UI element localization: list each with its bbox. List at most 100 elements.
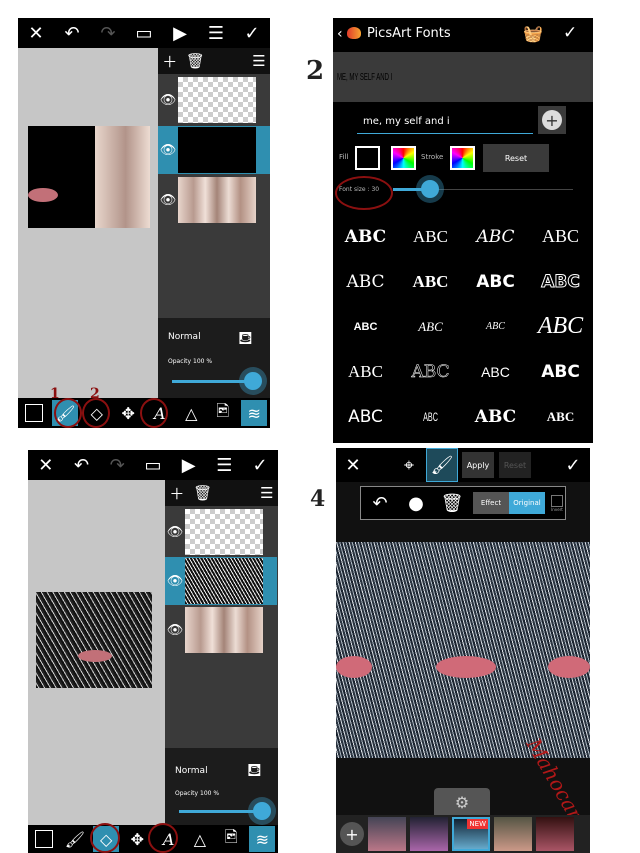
blend-mode-select[interactable]: Normal xyxy=(175,766,208,776)
check-icon[interactable]: ✓ xyxy=(239,20,265,46)
opacity-slider[interactable] xyxy=(179,810,261,813)
eye-icon[interactable]: 👁 xyxy=(158,93,178,108)
fill-color-picker[interactable] xyxy=(391,146,416,170)
effect-thumbnail[interactable] xyxy=(536,817,574,851)
move-icon[interactable]: ✥ xyxy=(124,826,150,852)
font-option[interactable]: ABC xyxy=(333,259,398,304)
add-text-button[interactable]: + xyxy=(538,106,566,134)
shape-icon[interactable]: △ xyxy=(178,400,204,426)
color-swatch[interactable] xyxy=(21,400,47,426)
canvas[interactable] xyxy=(28,480,165,825)
font-option[interactable]: ABC xyxy=(333,394,398,439)
layers-icon[interactable]: ≋ xyxy=(249,826,276,852)
font-option[interactable]: ABC xyxy=(463,214,528,259)
close-icon[interactable]: ✕ xyxy=(33,452,59,478)
reset-button[interactable]: Reset xyxy=(483,144,549,172)
fill-bucket-icon[interactable]: ⛾ xyxy=(238,328,253,352)
target-icon[interactable]: ⌖ xyxy=(396,452,422,478)
opacity-slider-handle[interactable] xyxy=(253,802,271,820)
add-layer-icon[interactable]: ＋ xyxy=(169,483,184,504)
layer-item[interactable]: 👁 xyxy=(165,508,277,556)
layer-item[interactable]: 👁 xyxy=(158,76,270,124)
delete-icon[interactable]: 🗑 xyxy=(193,484,212,502)
reset-button[interactable]: Reset xyxy=(499,452,531,478)
font-option[interactable]: ABC xyxy=(463,394,528,439)
add-image-icon[interactable]: 🖻 xyxy=(210,400,236,426)
effect-thumbnail-selected[interactable]: NEW xyxy=(452,817,490,851)
fill-bucket-icon[interactable]: ⛾ xyxy=(247,760,262,784)
font-option[interactable]: ABC xyxy=(398,349,463,394)
delete-icon[interactable]: 🗑 xyxy=(439,490,465,516)
eye-icon[interactable]: 👁 xyxy=(165,623,185,638)
add-effect-icon[interactable]: + xyxy=(340,822,364,846)
check-icon[interactable]: ✓ xyxy=(563,23,577,43)
font-option[interactable]: ABC xyxy=(398,214,463,259)
invert-toggle[interactable]: Invert xyxy=(551,494,563,512)
crop-icon[interactable]: ▭ xyxy=(140,452,166,478)
check-icon[interactable]: ✓ xyxy=(247,452,273,478)
font-option[interactable]: ABC xyxy=(528,214,593,259)
font-option[interactable]: ABC xyxy=(528,304,593,349)
font-option[interactable]: ABC xyxy=(528,259,593,304)
blend-mode-select[interactable]: Normal xyxy=(168,332,201,342)
font-option[interactable]: ABC xyxy=(398,304,463,349)
opacity-slider[interactable] xyxy=(172,380,252,383)
text-input[interactable]: me, my self and i xyxy=(357,112,533,134)
list-icon[interactable]: ☰ xyxy=(260,484,273,502)
original-toggle[interactable]: Original xyxy=(509,492,545,514)
image-preview[interactable] xyxy=(336,542,590,758)
move-icon[interactable]: ✥ xyxy=(115,400,141,426)
stroke-color-picker[interactable] xyxy=(450,146,475,170)
undo-icon[interactable]: ↶ xyxy=(59,20,85,46)
font-option[interactable]: ABC xyxy=(411,394,450,439)
add-layer-icon[interactable]: ＋ xyxy=(162,51,177,72)
close-icon[interactable]: ✕ xyxy=(23,20,49,46)
layers-icon[interactable]: ≋ xyxy=(241,400,268,426)
apply-button[interactable]: Apply xyxy=(462,452,494,478)
settings-icon[interactable]: ⚙ xyxy=(434,788,490,816)
eye-icon[interactable]: 👁 xyxy=(158,143,178,158)
font-option[interactable]: ABC xyxy=(463,304,528,349)
fill-color-swatch[interactable] xyxy=(355,146,380,170)
list-icon[interactable]: ☰ xyxy=(252,52,265,70)
font-option[interactable]: ABC xyxy=(463,349,528,394)
font-option[interactable]: ABC xyxy=(528,394,593,439)
font-option[interactable]: ABC xyxy=(528,349,593,394)
color-swatch[interactable] xyxy=(31,826,57,852)
font-option[interactable]: ABC xyxy=(333,349,398,394)
opacity-slider-handle[interactable] xyxy=(244,372,262,390)
undo-icon[interactable]: ↶ xyxy=(367,490,393,516)
layer-item-selected[interactable]: 👁 xyxy=(165,557,277,605)
menu-icon[interactable]: ☰ xyxy=(203,20,229,46)
crop-icon[interactable]: ▭ xyxy=(131,20,157,46)
redo-icon[interactable]: ↷ xyxy=(95,20,121,46)
play-icon[interactable]: ▶ xyxy=(176,452,202,478)
effect-toggle[interactable]: Effect xyxy=(473,492,509,514)
brush-icon[interactable]: 🖌 xyxy=(426,448,458,482)
undo-icon[interactable]: ↶ xyxy=(69,452,95,478)
layer-item-selected[interactable]: 👁 xyxy=(158,126,270,174)
close-icon[interactable]: ✕ xyxy=(340,452,366,478)
effect-thumbnail[interactable] xyxy=(494,817,532,851)
eye-icon[interactable]: 👁 xyxy=(158,193,178,208)
brush-size-icon[interactable]: ● xyxy=(403,490,429,516)
check-icon[interactable]: ✓ xyxy=(560,452,586,478)
brush-icon[interactable]: 🖌 xyxy=(62,826,88,852)
add-image-icon[interactable]: 🖻 xyxy=(218,826,244,852)
shop-basket-icon[interactable]: 🧺 xyxy=(523,24,543,43)
delete-icon[interactable]: 🗑 xyxy=(186,52,205,70)
font-option[interactable]: ABC xyxy=(463,259,528,304)
shape-icon[interactable]: △ xyxy=(187,826,213,852)
font-option[interactable]: ABC xyxy=(333,214,398,259)
eye-icon[interactable]: 👁 xyxy=(165,574,185,589)
menu-icon[interactable]: ☰ xyxy=(211,452,237,478)
font-size-slider-handle[interactable] xyxy=(421,180,439,198)
effect-thumbnail[interactable] xyxy=(368,817,406,851)
layer-item[interactable]: 👁 xyxy=(165,606,277,654)
back-icon[interactable]: ‹ xyxy=(337,26,343,42)
play-icon[interactable]: ▶ xyxy=(167,20,193,46)
layer-item[interactable]: 👁 xyxy=(158,176,270,224)
effect-thumbnail[interactable] xyxy=(410,817,448,851)
redo-icon[interactable]: ↷ xyxy=(104,452,130,478)
font-option[interactable]: ABC xyxy=(333,304,398,349)
